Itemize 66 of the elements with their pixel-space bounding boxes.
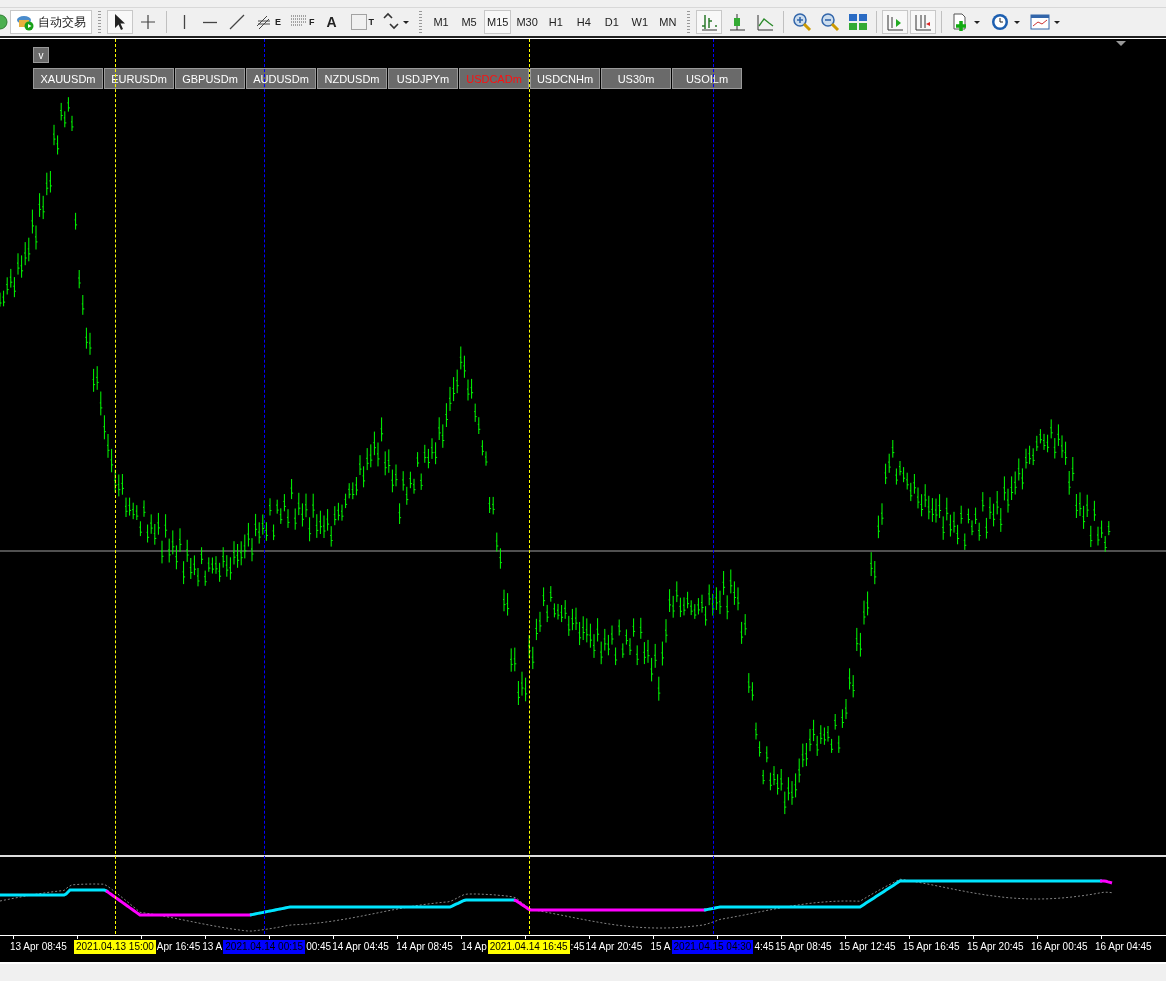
clock-icon — [989, 12, 1022, 32]
timeframe-button[interactable]: D1 — [598, 10, 625, 34]
collapse-button[interactable]: v — [33, 47, 49, 63]
robot-icon — [16, 13, 34, 31]
time-label: 16 Apr 00:45 — [1030, 940, 1089, 954]
vertical-line-icon — [182, 15, 186, 29]
timeframe-button[interactable]: H1 — [542, 10, 569, 34]
time-label: Apr 16:45 — [155, 940, 202, 954]
symbol-button[interactable]: US30m — [601, 68, 671, 89]
time-label: 14 Apr 08:45 — [396, 940, 454, 954]
auto-trading-button[interactable]: 自动交易 — [10, 10, 92, 34]
tool-button[interactable] — [107, 10, 133, 34]
time-label: 00:45 — [305, 940, 333, 954]
line-chart-icon — [754, 12, 775, 32]
time-flag: 2021.04.15 04:30 — [671, 940, 754, 954]
time-label: 13 Apr 08:45 — [10, 940, 68, 954]
symbol-button[interactable]: AUDUSDm — [246, 68, 316, 89]
timeframe-button[interactable]: M5 — [456, 10, 482, 34]
symbol-button[interactable]: USOILm — [672, 68, 742, 89]
time-label: 15 A — [649, 940, 672, 954]
horizontal-line-icon — [203, 20, 217, 24]
timeframe-button[interactable]: MN — [654, 10, 681, 34]
time-flag: 2021.04.13 15:00 — [74, 940, 156, 954]
symbol-button[interactable]: EURUSDm — [104, 68, 174, 89]
chart-shift-icon — [912, 12, 933, 32]
time-flag: 2021.04.14 16:45 — [487, 940, 570, 954]
status-icon — [0, 12, 8, 32]
zoom-in-icon — [791, 12, 812, 32]
tool-button[interactable]: F — [286, 10, 318, 34]
timeframe-button[interactable]: W1 — [626, 10, 653, 34]
chart-type-button[interactable] — [695, 10, 722, 34]
toggle-button[interactable] — [909, 10, 936, 34]
timeframe-button[interactable]: M1 — [428, 10, 454, 34]
time-label: 15 Apr 08:45 — [774, 940, 833, 954]
time-label: 15 Apr 16:45 — [902, 940, 961, 954]
tool-button[interactable]: T — [345, 10, 377, 34]
time-label: 15 Apr 12:45 — [838, 940, 897, 954]
timeframe-button[interactable]: M30 — [513, 10, 541, 34]
auto-scroll-icon — [884, 12, 905, 32]
time-label: 15 Apr 20:45 — [966, 940, 1025, 954]
time-label: 13 A — [201, 940, 224, 954]
crosshair-icon — [138, 12, 158, 32]
time-label: :45 — [569, 940, 586, 954]
time-label: 14 Ap — [460, 940, 488, 954]
tile-windows-icon — [847, 12, 868, 32]
toggle-button[interactable] — [881, 10, 908, 34]
text-label-icon — [348, 12, 369, 32]
tool-button[interactable]: E — [252, 10, 284, 34]
scroll-marker-icon — [1116, 41, 1126, 47]
symbol-button[interactable]: USDJPYm — [388, 68, 458, 89]
time-flag: 2021.04.14 00:15 — [223, 940, 306, 954]
symbol-button[interactable]: NZDUSDm — [317, 68, 387, 89]
symbol-button[interactable]: XAUUSDm — [33, 68, 103, 89]
timeframe-button[interactable]: H4 — [570, 10, 597, 34]
trend-line-icon — [227, 12, 247, 32]
template-icon — [1029, 12, 1062, 32]
timeframe-button[interactable]: M15 — [484, 10, 512, 34]
zoom-out-icon — [819, 12, 840, 32]
symbol-button[interactable]: USDCNHm — [530, 68, 600, 89]
time-label: 14 Apr 20:45 — [585, 940, 644, 954]
symbol-button[interactable]: GBPUSDm — [175, 68, 245, 89]
time-label: 14 Apr 04:45 — [332, 940, 390, 954]
tool-button[interactable]: A — [319, 10, 344, 34]
time-label: 4:45 — [753, 940, 775, 954]
shapes-icon — [382, 12, 410, 32]
time-label: 16 Apr 04:45 — [1094, 940, 1153, 954]
